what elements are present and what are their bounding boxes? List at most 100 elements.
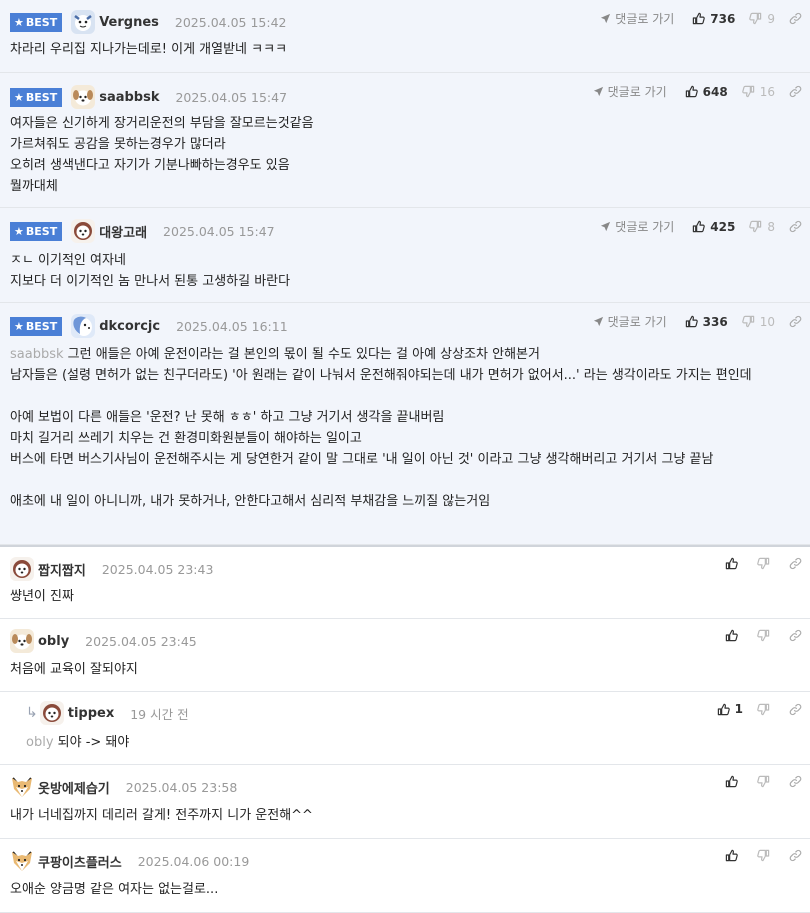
comment-body: ㅈㄴ 이기적인 여자네 지보다 더 이기적인 놈 만나서 된통 고생하길 바란다 [10,250,798,292]
reply-label: 댓글로 가기 [607,85,667,99]
best-badge: ★ BEST [10,87,63,107]
link-icon [789,629,802,642]
comment-body: 여자들은 신기하게 장거리운전의 부담을 잘모르는것같음 가르쳐줘도 공감을 못… [10,113,798,197]
comment-line: 남자들은 (설령 면허가 없는 친구더라도) '아 원래는 같이 나눠서 운전해… [10,368,752,383]
upvote-button[interactable] [725,775,743,788]
copy-link-button[interactable] [789,557,802,570]
downvote-count: 8 [767,219,775,234]
author-name[interactable]: 짭지짭지 [38,560,86,579]
reply-arrow-icon: ↳ [26,705,38,721]
downvote-button[interactable]: 8 [749,220,775,234]
downvote-count: 10 [759,314,775,329]
comment-line: 차라리 우리집 지나가는데로! 이게 개열받네 ㅋㅋㅋ [10,42,288,57]
upvote-button[interactable]: 1 [717,702,743,716]
go-to-reply-link[interactable]: 댓글로 가기 [600,10,674,27]
mention-username[interactable]: saabbsk [10,347,64,362]
copy-link-button[interactable] [789,85,802,98]
upvote-button[interactable]: 425 [692,220,735,234]
comment-body: obly 되야 -> 돼야 [26,732,798,753]
thumbs-up-icon [692,12,705,25]
avatar[interactable] [71,85,95,109]
thumbs-up-icon [685,315,698,328]
author-name[interactable]: tippex [68,706,114,721]
avatar[interactable] [10,849,34,873]
reply-comment: ↳ tippex 19 시간 전 1 obly 되야 -> 돼야 [0,692,810,765]
downvote-button[interactable] [757,849,775,862]
thumbs-up-icon [725,775,738,788]
avatar[interactable] [10,775,34,799]
comment-line: 가르쳐줘도 공감을 못하는경우가 많더라 [10,137,226,152]
comment: obly 2025.04.05 23:45 처음에 교육이 잘되야지 [0,619,810,692]
send-icon [593,86,604,97]
comment: ★ BEST Vergnes 2025.04.05 15:42 댓글로 가기 73… [0,0,810,73]
author-name[interactable]: 옷방에제습기 [38,778,110,797]
author-name[interactable]: 쿠팡이츠플러스 [38,852,122,871]
go-to-reply-link[interactable]: 댓글로 가기 [593,313,667,330]
avatar[interactable] [71,10,95,34]
comment-date: 2025.04.05 15:42 [174,14,287,30]
comment-date: 2025.04.05 23:58 [125,779,238,795]
downvote-button[interactable] [757,703,775,716]
comment-date: 2025.04.05 15:47 [175,89,288,105]
copy-link-button[interactable] [789,220,802,233]
author-name[interactable]: Vergnes [99,15,159,30]
avatar[interactable] [71,314,95,338]
author-name[interactable]: saabbsk [99,90,159,105]
thumbs-down-icon [757,775,770,788]
avatar[interactable] [71,219,95,243]
author-name[interactable]: 대왕고래 [99,222,147,241]
reply-label: 댓글로 가기 [615,12,675,26]
upvote-button[interactable] [725,849,743,862]
downvote-button[interactable] [757,775,775,788]
best-label: BEST [25,224,58,238]
comment-line: 아예 보법이 다른 애들은 '운전? 난 못해 ㅎㅎ' 하고 그냥 거기서 생각… [10,410,445,425]
downvote-button[interactable]: 9 [749,12,775,26]
avatar[interactable] [10,629,34,653]
thumbs-down-icon [742,85,755,98]
downvote-button[interactable] [757,557,775,570]
comment-line: 마치 길거리 쓰레기 치우는 건 환경미화원분들이 해야하는 일이고 [10,431,362,446]
upvote-count: 736 [710,11,736,26]
best-label: BEST [25,90,58,104]
author-name[interactable]: dkcorcjc [99,319,160,334]
copy-link-button[interactable] [789,703,802,716]
comment: 쿠팡이츠플러스 2025.04.06 00:19 오애순 양금명 같은 여자는 … [0,839,810,913]
link-icon [789,775,802,788]
comment-line: 내가 너네집까지 데리러 갈게! 전주까지 니가 운전해^^ [10,808,313,823]
downvote-button[interactable]: 16 [742,85,775,99]
comment-line: 버스에 타면 버스기사님이 운전해주시는 게 당연한거 같이 말 그대로 '내 … [10,452,714,467]
upvote-button[interactable]: 648 [685,85,728,99]
copy-link-button[interactable] [789,849,802,862]
avatar[interactable] [40,701,64,725]
upvote-button[interactable]: 336 [685,315,728,329]
author-name[interactable]: obly [38,634,69,649]
go-to-reply-link[interactable]: 댓글로 가기 [593,83,667,100]
mention-username[interactable]: obly [26,735,54,750]
copy-link-button[interactable] [789,775,802,788]
comment-date: 2025.04.05 23:45 [85,633,197,649]
upvote-count: 1 [734,702,743,716]
star-icon: ★ [14,319,24,333]
copy-link-button[interactable] [789,315,802,328]
best-badge: ★ BEST [10,12,63,32]
comment-line: 여자들은 신기하게 장거리운전의 부담을 잘모르는것같음 [10,116,314,131]
thumbs-up-icon [692,220,705,233]
upvote-button[interactable] [725,557,743,570]
copy-link-button[interactable] [789,629,802,642]
send-icon [600,13,611,24]
downvote-button[interactable] [757,629,775,642]
upvote-button[interactable]: 736 [692,12,735,26]
downvote-button[interactable]: 10 [742,315,775,329]
go-to-reply-link[interactable]: 댓글로 가기 [600,218,674,235]
downvote-count: 9 [767,11,775,26]
avatar[interactable] [10,557,34,581]
thumbs-down-icon [757,629,770,642]
copy-link-button[interactable] [789,12,802,25]
thumbs-down-icon [757,849,770,862]
link-icon [789,315,802,328]
comment: 짭지짭지 2025.04.05 23:43 썅년이 진짜 [0,547,810,619]
comment-body: 내가 너네집까지 데리러 갈게! 전주까지 니가 운전해^^ [10,805,798,826]
upvote-button[interactable] [725,629,743,642]
